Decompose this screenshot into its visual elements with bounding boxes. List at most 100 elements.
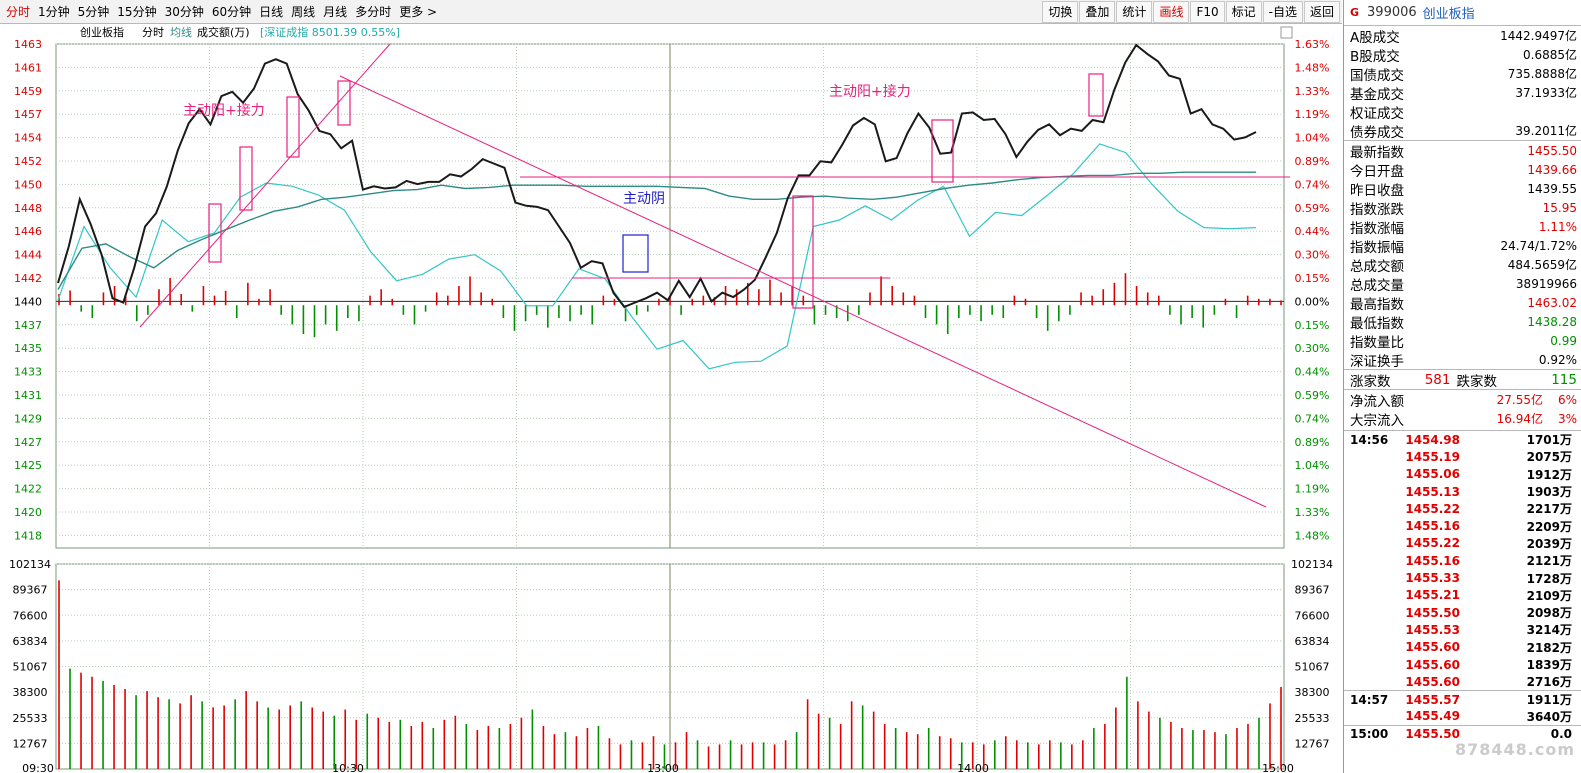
stat-value: 1439.66 [1527,162,1577,177]
period-tabs: 分时 1分钟 5分钟 15分钟 30分钟 60分钟 日线 周线 月线 多分时 更多 > [2,0,441,24]
signal-box [931,119,954,183]
tool-button-0[interactable]: 切换 [1042,1,1079,23]
stat-label: 最低指数 [1350,315,1404,332]
y-pct-tick: 0.30% [1295,342,1330,355]
tick-vol: 2039万 [1526,536,1572,551]
stat-row: 总成交量 38919966 [1344,274,1581,294]
period-tab-9[interactable]: 多分时 [351,1,395,23]
period-tab-6[interactable]: 日线 [255,1,287,23]
y-tick: 1429 [14,412,42,425]
legend-avg: 均线 [170,25,192,39]
stat-row: 最高指数 1463.02 [1344,293,1581,313]
vol-tick-right: 76600 [1295,609,1330,622]
tick-price: 1454.98 [1405,432,1460,447]
stat-value: 1455.50 [1527,143,1577,158]
stat-value: 0.92% [1538,352,1577,367]
stat-row: 指数涨幅 1.11% [1344,217,1581,237]
legend-volume: 成交额(万) [197,25,250,39]
tool-button-3[interactable]: 画线 [1153,1,1190,23]
period-tab-3[interactable]: 15分钟 [113,1,160,23]
tick-price: 1455.50 [1405,605,1460,620]
stat-value: 1439.55 [1527,181,1577,196]
annotation-label: 主动阳+接力 [183,102,265,119]
stat-label: 深证换手 [1350,353,1404,370]
stat-row: 昨日收盘 1439.55 [1344,179,1581,199]
legend-overlay: [深证成指 8501.39 0.55%] [260,25,400,39]
vol-tick-right: 63834 [1295,635,1330,648]
tick-price: 1455.06 [1405,467,1460,482]
period-tab-0[interactable]: 分时 [2,1,34,23]
quote-panel: G 399006 创业板指 A股成交 1442.9497亿 B股成交 0.6885亿国… [1343,0,1581,773]
y-pct-tick: 0.15% [1295,319,1330,332]
tool-button-4[interactable]: F10 [1190,1,1225,23]
y-pct-tick: 0.00% [1295,295,1330,308]
signal-box [239,146,253,211]
flow-value: 27.55亿 [1496,393,1543,407]
stat-label: 总成交额 [1350,258,1404,275]
stat-row: 最低指数 1438.28 [1344,312,1581,332]
stat-row: 债券成交 39.2011亿 [1344,121,1581,141]
x-tick: 09:30 [22,762,54,773]
y-tick: 1431 [14,389,42,402]
tick-row: 1455.16 2121万 [1344,552,1581,569]
tick-row: 1455.21 2109万 [1344,587,1581,604]
tick-time: 15:00 [1350,727,1389,742]
vol-tick: 25533 [13,712,48,725]
y-tick: 1435 [14,342,42,355]
stat-value: 15.95 [1542,200,1577,215]
tick-row: 1455.60 1839万 [1344,656,1581,673]
x-tick: 15:00 [1262,762,1294,773]
y-tick: 1459 [14,85,42,98]
period-tab-1[interactable]: 1分钟 [34,1,74,23]
period-toolbar: 分时 1分钟 5分钟 15分钟 30分钟 60分钟 日线 周线 月线 多分时 更多 > 切换 叠加 统计… [0,0,1342,24]
index-name[interactable]: 创业板指 [1423,3,1475,22]
index-code: 399006 [1367,5,1417,20]
legend-name: 创业板指 [80,25,124,39]
y-tick: 1454 [14,132,42,145]
flow-value: 16.94亿 [1496,412,1543,426]
tick-price: 1455.50 [1405,727,1460,742]
y-pct-tick: 0.44% [1295,366,1330,379]
y-pct-tick: 1.04% [1295,459,1330,472]
signal-box [337,80,351,126]
stat-row: 总成交额 484.5659亿 [1344,255,1581,275]
tick-row: 1455.60 2182万 [1344,639,1581,656]
tick-price: 1455.21 [1405,588,1460,603]
tick-row: 1455.16 2209万 [1344,517,1581,534]
tool-button-6[interactable]: -自选 [1262,1,1303,23]
vol-tick: 38300 [13,686,48,699]
tick-vol: 1903万 [1526,485,1572,500]
intraday-chart[interactable]: 创业板指 分时 均线 成交额(万) [深证成指 8501.39 0.55%] 1463 1.… [0,24,1342,773]
period-tab-4[interactable]: 30分钟 [161,1,208,23]
quote-header: G 399006 创业板指 [1344,0,1581,26]
tick-list[interactable]: 14:56 1454.98 1701万 1455.19 2075万 1455.06 1912… [1344,431,1581,742]
tick-price: 1455.16 [1405,553,1460,568]
period-tab-10[interactable]: 更多 > [395,1,441,23]
stat-row: 指数量比 0.99 [1344,331,1581,351]
flow-label: 大宗流入 [1350,412,1404,429]
tick-row: 1455.49 3640万 [1344,708,1581,725]
y-pct-tick: 0.59% [1295,202,1330,215]
tick-row: 1455.22 2217万 [1344,500,1581,517]
period-tab-5[interactable]: 60分钟 [208,1,255,23]
tick-vol: 2217万 [1526,502,1572,517]
period-tab-2[interactable]: 5分钟 [74,1,114,23]
period-tab-7[interactable]: 周线 [287,1,319,23]
period-tab-8[interactable]: 月线 [319,1,351,23]
tick-vol: 3214万 [1526,623,1572,638]
tick-vol: 2209万 [1526,519,1572,534]
stat-label: 指数量比 [1350,334,1404,351]
vol-tick-right: 51067 [1295,661,1330,674]
tool-button-1[interactable]: 叠加 [1079,1,1116,23]
y-pct-tick: 1.19% [1295,483,1330,496]
y-pct-tick: 1.04% [1295,132,1330,145]
trend-line-up [139,43,391,328]
stat-label: 最新指数 [1350,144,1404,161]
tick-price: 1455.16 [1405,519,1460,534]
tool-button-7[interactable]: 返回 [1303,1,1340,23]
stat-label: 债券成交 [1350,124,1404,141]
stat-value: 37.1933亿 [1515,86,1577,100]
tool-button-5[interactable]: 标记 [1225,1,1262,23]
tick-row: 1455.50 2098万 [1344,604,1581,621]
tool-button-2[interactable]: 统计 [1116,1,1153,23]
